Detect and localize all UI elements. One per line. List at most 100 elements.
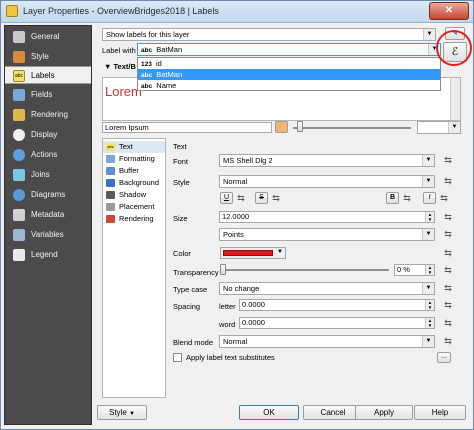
collapse-arrow-icon[interactable]: ▼ — [104, 62, 114, 71]
sidebar-item-actions[interactable]: Actions — [5, 146, 91, 164]
transparency-track[interactable] — [221, 269, 389, 271]
preview-scale-handle[interactable] — [297, 121, 303, 132]
preview-color-select[interactable]: ▼ — [417, 121, 461, 134]
window-title: Layer Properties - OverviewBridges2018 |… — [23, 6, 219, 16]
substitutes-edit-button[interactable]: ... — [437, 352, 451, 363]
label-mode-value: Show labels for this layer — [106, 30, 190, 39]
data-defined-override-icon[interactable]: ⇆ — [442, 300, 454, 311]
data-defined-override-icon[interactable]: ⇆ — [442, 229, 454, 240]
style-menu-button[interactable]: Style ▼ — [97, 405, 147, 420]
subtab-rendering[interactable]: Rendering — [103, 213, 165, 225]
data-defined-override-icon[interactable]: ⇆ — [442, 283, 454, 294]
subtab-label: Rendering — [119, 214, 154, 223]
sidebar-item-joins[interactable]: Joins — [5, 166, 91, 184]
size-unit-select[interactable]: Points ▼ — [219, 228, 435, 241]
chevron-down-icon: ▼ — [448, 122, 460, 133]
spin-arrows-icon[interactable]: ▲ ▼ — [425, 212, 434, 222]
blend-mode-label: Blend mode — [173, 338, 214, 347]
transparency-label: Transparency — [173, 268, 219, 277]
sidebar-item-labels[interactable]: abc Labels — [5, 66, 91, 84]
layer-properties-window: Layer Properties - OverviewBridges2018 |… — [0, 0, 474, 430]
sidebar-item-variables[interactable]: Variables — [5, 226, 91, 244]
close-button[interactable]: ✕ — [429, 2, 469, 20]
data-defined-override-icon[interactable]: ⇆ — [442, 336, 454, 347]
spin-arrows-icon[interactable]: ▲ ▼ — [425, 265, 434, 275]
sidebar-item-general[interactable]: General — [5, 28, 91, 46]
style-select[interactable]: Normal ▼ — [219, 175, 435, 188]
sidebar-item-metadata[interactable]: Metadata — [5, 206, 91, 224]
data-defined-override-icon[interactable]: ⇆ — [442, 248, 454, 259]
data-defined-override-icon[interactable]: ⇆ — [401, 193, 413, 204]
chevron-down-icon: ▼ — [422, 336, 434, 347]
spacing-label: Spacing — [173, 302, 201, 311]
blend-mode-select[interactable]: Normal ▼ — [219, 335, 435, 348]
size-spinbox[interactable]: 12.0000 ▲ ▼ — [219, 211, 435, 223]
subtab-label: Buffer — [119, 166, 139, 175]
chevron-down-icon: ▼ — [422, 155, 434, 166]
subtab-label: Background — [119, 178, 160, 187]
type-case-value: No change — [223, 284, 260, 293]
label-with-select[interactable]: abc BatMan ▼ — [137, 43, 441, 56]
subtab-text[interactable]: abc Text — [103, 141, 165, 153]
label-mode-select[interactable]: Show labels for this layer ▼ — [102, 28, 436, 41]
preview-scale-track[interactable] — [293, 127, 411, 129]
subtab-placement[interactable]: Placement — [103, 201, 165, 213]
dropdown-item-batman[interactable]: abc BatMan — [138, 69, 440, 80]
underline-button[interactable]: U — [220, 192, 233, 204]
text-color-button[interactable]: ▼ — [220, 247, 286, 259]
help-button[interactable]: Help — [414, 405, 466, 420]
data-defined-override-icon[interactable]: ⇆ — [442, 212, 454, 223]
label-subtabs: abc Text Formatting Buffer Background Sh… — [102, 138, 166, 398]
spin-arrows-icon[interactable]: ▲ ▼ — [425, 318, 434, 328]
ok-button[interactable]: OK — [239, 405, 299, 420]
sidebar-item-rendering[interactable]: Rendering — [5, 106, 91, 124]
data-defined-override-icon[interactable]: ⇆ — [442, 176, 454, 187]
sidebar-item-label: Fields — [31, 90, 53, 99]
word-spacing-spinbox[interactable]: 0.0000 ▲ ▼ — [239, 317, 435, 329]
data-defined-override-icon[interactable]: ⇆ — [270, 193, 282, 204]
text-panel-heading: Text — [173, 142, 187, 151]
data-defined-override-icon[interactable]: ⇆ — [442, 265, 454, 276]
preview-text-input[interactable]: Lorem Ipsum — [102, 122, 272, 133]
size-label: Size — [173, 214, 188, 223]
sidebar-item-fields[interactable]: Fields — [5, 86, 91, 104]
transparency-spinbox[interactable]: 0 % ▲ ▼ — [394, 264, 435, 276]
sidebar-item-legend[interactable]: Legend — [5, 246, 91, 264]
dropdown-item-id[interactable]: 123 id — [138, 58, 440, 69]
subtab-buffer[interactable]: Buffer — [103, 165, 165, 177]
letter-spacing-spinbox[interactable]: 0.0000 ▲ ▼ — [239, 299, 435, 311]
field-type-tag: abc — [141, 47, 153, 54]
italic-button[interactable]: I — [423, 192, 436, 204]
sidebar-item-style[interactable]: Style — [5, 48, 91, 66]
chevron-down-icon: ▼ — [422, 176, 434, 187]
strikethrough-button[interactable]: S — [255, 192, 268, 204]
sidebar-item-label: Labels — [31, 71, 55, 80]
info-icon — [13, 209, 25, 221]
sidebar-item-diagrams[interactable]: Diagrams — [5, 186, 91, 204]
gear-icon — [13, 149, 25, 161]
subtab-shadow[interactable]: Shadow — [103, 189, 165, 201]
subtab-background[interactable]: Background — [103, 177, 165, 189]
subtab-formatting[interactable]: Formatting — [103, 153, 165, 165]
app-icon — [6, 5, 18, 17]
substitutes-checkbox[interactable] — [173, 353, 182, 362]
apply-button[interactable]: Apply — [355, 405, 413, 420]
size-unit-value: Points — [223, 230, 244, 239]
transparency-handle[interactable] — [220, 264, 226, 275]
sidebar-item-label: General — [31, 32, 60, 41]
preview-background-button[interactable] — [275, 121, 288, 133]
data-defined-override-icon[interactable]: ⇆ — [442, 318, 454, 329]
font-select[interactable]: MS Shell Dlg 2 ▼ — [219, 154, 435, 167]
sidebar-item-label: Rendering — [31, 110, 68, 119]
bold-button[interactable]: B — [386, 192, 399, 204]
spin-arrows-icon[interactable]: ▲ ▼ — [425, 300, 434, 310]
data-defined-override-icon[interactable]: ⇆ — [438, 193, 450, 204]
type-case-select[interactable]: No change ▼ — [219, 282, 435, 295]
sidebar-item-display[interactable]: Display — [5, 126, 91, 144]
cancel-button[interactable]: Cancel — [303, 405, 363, 420]
dropdown-item-name[interactable]: abc Name — [138, 80, 440, 91]
dropdown-item-label: Name — [156, 81, 177, 90]
preview-scrollbar[interactable] — [450, 78, 460, 120]
data-defined-override-icon[interactable]: ⇆ — [442, 155, 454, 166]
data-defined-override-icon[interactable]: ⇆ — [235, 193, 247, 204]
